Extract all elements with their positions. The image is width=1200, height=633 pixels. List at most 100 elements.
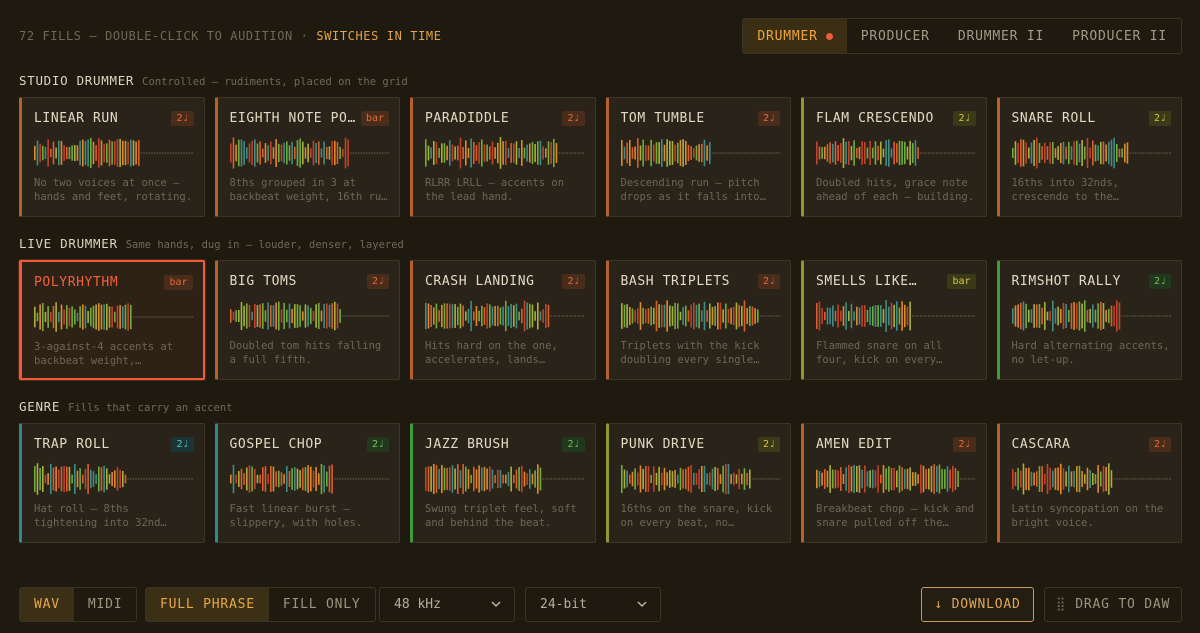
range-full-phrase-option[interactable]: FULL PHRASE [146, 588, 269, 621]
waveform-bar [242, 305, 245, 327]
waveform-bar [354, 315, 357, 317]
waveform-bar [365, 315, 368, 317]
waveform-bar [71, 306, 73, 328]
waveform-bar [845, 141, 847, 165]
waveform-bar [832, 143, 834, 163]
fill-card[interactable]: AMEN EDIT 2♩ Breakbeat chop — kick and sna… [801, 423, 987, 543]
fill-card[interactable]: CRASH LANDING 2♩ Hits hard on the one, acc… [410, 260, 596, 380]
waveform-bar [103, 304, 105, 330]
waveform-bar [66, 305, 68, 329]
waveform-bar [960, 478, 962, 480]
waveform-bar [753, 308, 756, 324]
fill-card[interactable]: FLAM CRESCENDO 2♩ Doubled hits, grace note… [801, 97, 987, 217]
fill-card[interactable]: CASCARA 2♩ Latin syncopation on the bright… [996, 423, 1182, 543]
fill-length-badge: 2♩ [1148, 111, 1171, 126]
waveform-bar [716, 302, 719, 330]
waveform-bar [301, 141, 304, 165]
fill-card[interactable]: PARADIDDLE 2♩ RLRR LRLL — accents on the l… [410, 97, 596, 217]
waveform-bar [700, 310, 703, 322]
waveform-bar [579, 478, 582, 480]
fill-card[interactable]: POLYRHYTHM bar 3-against-4 accents at back… [19, 260, 205, 380]
waveform-bar [534, 470, 536, 488]
waveform-bar [965, 315, 967, 317]
waveform-bar [39, 304, 41, 330]
range-fill-only-option[interactable]: FILL ONLY [269, 588, 375, 621]
mode-tab-producer[interactable]: PRODUCER [847, 19, 944, 53]
waveform-bar [842, 306, 845, 326]
waveform-bar [534, 143, 536, 163]
waveform-bar [673, 302, 676, 330]
mode-tab-drummer[interactable]: DRUMMER [743, 19, 847, 53]
waveform-bar [777, 152, 780, 154]
waveform-bar [1160, 152, 1163, 154]
waveform-bar [457, 145, 459, 161]
waveform-bar [761, 152, 764, 154]
waveform-bar [553, 315, 555, 317]
waveform-bar [92, 471, 95, 487]
waveform-bar [561, 478, 563, 480]
waveform-bar [1070, 471, 1072, 487]
waveform-bar [1142, 315, 1144, 317]
waveform-bar [172, 316, 175, 318]
bit-depth-select[interactable]: 24-bit [525, 587, 661, 622]
waveform-bar [360, 315, 362, 317]
waveform-bar [376, 478, 378, 480]
waveform-bar [1088, 469, 1091, 489]
waveform-bar [232, 464, 234, 494]
fill-card[interactable]: GOSPEL CHOP 2♩ Fast linear burst — slipper… [214, 423, 400, 543]
mode-tab-drummer-ii[interactable]: DRUMMER II [944, 19, 1058, 53]
fill-card[interactable]: BASH TRIPLETS 2♩ Triplets with the kick do… [605, 260, 791, 380]
waveform-bar [753, 152, 756, 154]
waveform-bar [888, 139, 890, 167]
download-button[interactable]: ↓ DOWNLOAD [921, 587, 1034, 622]
waveform-bar [840, 310, 842, 322]
format-midi-option[interactable]: MIDI [74, 588, 137, 621]
fill-card-description: 8ths grouped in 3 at backbeat weight, 16… [229, 177, 388, 203]
waveform-bar [50, 148, 52, 158]
waveform-bar [869, 470, 871, 488]
waveform-bar [949, 315, 951, 317]
fill-card[interactable]: PUNK DRIVE 2♩ 16ths on the snare, kick on … [605, 423, 791, 543]
waveform-bar [386, 152, 389, 154]
drag-to-daw-button[interactable]: ⣿ DRAG TO DAW [1044, 587, 1182, 622]
waveform-bar [304, 147, 306, 159]
waveform-bar [135, 141, 137, 165]
waveform-bar [159, 316, 161, 318]
waveform-bar [708, 303, 711, 329]
fill-card[interactable]: TRAP ROLL 2♩ Hat roll — 8ths tightening in… [19, 423, 205, 543]
waveform-bar [264, 466, 266, 492]
waveform-bar [183, 152, 185, 154]
fill-card[interactable]: EIGHTH NOTE PO… bar 8ths grouped in 3 at b… [214, 97, 400, 217]
format-wav-option[interactable]: WAV [20, 588, 74, 621]
waveform-bar [938, 152, 941, 154]
waveform-bar [71, 474, 73, 484]
waveform-bar [526, 144, 528, 162]
waveform-bar [901, 301, 903, 331]
section-live-drummer: LIVE DRUMMER Same hands, dug in — louder,… [19, 236, 1182, 380]
waveform-bar [282, 474, 285, 484]
waveform-bar [320, 463, 322, 495]
waveform-bar [352, 478, 354, 480]
waveform-bar [483, 144, 486, 162]
fill-card[interactable]: TOM TUMBLE 2♩ Descending run — pitch drops… [605, 97, 791, 217]
waveform-bar [668, 470, 671, 488]
waveform-bar [451, 304, 454, 328]
waveform-bar [745, 472, 748, 486]
fill-card[interactable]: SMELLS LIKE… bar Flammed snare on all four… [801, 260, 987, 380]
waveform-bar [732, 152, 735, 154]
fill-card[interactable]: BIG TOMS 2♩ Doubled tom hits falling a ful… [214, 260, 400, 380]
sample-rate-select[interactable]: 48 kHz [379, 587, 515, 622]
mode-tab-producer-ii[interactable]: PRODUCER II [1058, 19, 1181, 53]
fill-card[interactable]: SNARE ROLL 2♩ 16ths into 32nds, crescendo … [996, 97, 1182, 217]
waveform-bar [146, 316, 148, 318]
waveform-bar [1072, 141, 1075, 165]
fill-card[interactable]: RIMSHOT RALLY 2♩ Hard alternating accents,… [996, 260, 1182, 380]
waveform-bar [63, 145, 65, 161]
waveform-bar [759, 152, 761, 154]
waveform-bar [636, 138, 639, 168]
fill-card[interactable]: JAZZ BRUSH 2♩ Swung triplet feel, soft and… [410, 423, 596, 543]
fill-card[interactable]: LINEAR RUN 2♩ No two voices at once — hand… [19, 97, 205, 217]
waveform-bar [547, 478, 550, 480]
waveform-bar [256, 305, 258, 327]
waveform-bar [52, 305, 55, 329]
